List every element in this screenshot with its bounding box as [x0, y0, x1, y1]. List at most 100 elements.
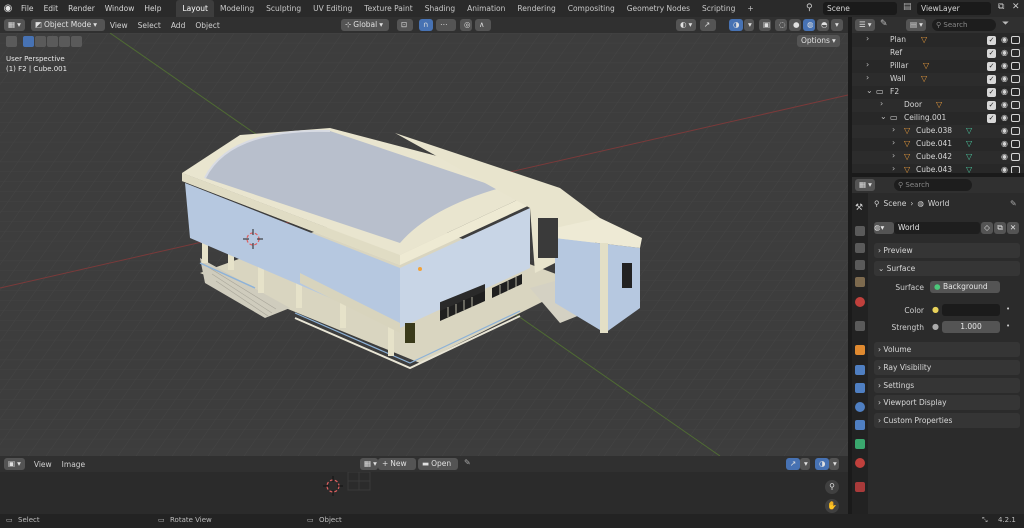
- display-mode-dropdown[interactable]: ▤ ▾: [906, 19, 926, 31]
- tab-texture-paint[interactable]: Texture Paint: [358, 0, 418, 17]
- overlay-options[interactable]: ▾: [744, 19, 754, 31]
- eye-icon[interactable]: ◉: [1001, 48, 1008, 57]
- expand-arrow-icon[interactable]: ›: [866, 34, 869, 43]
- close-icon[interactable]: ✕: [1012, 2, 1020, 12]
- menu-window[interactable]: Window: [100, 0, 140, 17]
- expand-arrow-icon[interactable]: ›: [892, 125, 895, 134]
- collapse-arrow-icon[interactable]: ⌄: [880, 112, 887, 121]
- outliner-search-input[interactable]: ⚲ Search: [932, 19, 996, 31]
- outliner-row[interactable]: › Door ▽ ✓ ◉: [852, 99, 1024, 112]
- material-tab-icon[interactable]: [855, 458, 865, 468]
- ie-overlay-options[interactable]: ▾: [829, 458, 839, 470]
- camera-icon[interactable]: [1011, 127, 1020, 135]
- world-browse-button[interactable]: ◍▾: [874, 222, 894, 234]
- camera-icon[interactable]: [1011, 49, 1020, 57]
- outliner-row[interactable]: › Plan ▽ ✓ ◉: [852, 34, 1024, 47]
- snap-toggle[interactable]: ∩: [419, 19, 433, 31]
- new-image-button[interactable]: + New: [378, 458, 416, 470]
- options-button[interactable]: Options ▾: [797, 35, 840, 47]
- expand-arrow-icon[interactable]: ›: [892, 138, 895, 147]
- scene-tab-icon[interactable]: [855, 277, 865, 287]
- filter-pin-icon[interactable]: ✎: [880, 19, 888, 29]
- expand-arrow-icon[interactable]: ›: [880, 99, 883, 108]
- outliner-row[interactable]: Ref ✓ ◉: [852, 47, 1024, 60]
- transform-orientation-dropdown[interactable]: ⊹ Global ▾: [341, 19, 389, 31]
- tab-animation[interactable]: Animation: [461, 0, 511, 17]
- panel-custom-properties[interactable]: › Custom Properties: [874, 413, 1020, 428]
- world-tab-icon[interactable]: [855, 297, 865, 307]
- camera-icon[interactable]: [1011, 114, 1020, 122]
- properties-search-input[interactable]: ⚲ Search: [894, 179, 972, 191]
- camera-icon[interactable]: [1011, 75, 1020, 83]
- menu-file[interactable]: File: [16, 0, 39, 17]
- eye-icon[interactable]: ◉: [1001, 113, 1008, 122]
- panel-volume[interactable]: › Volume: [874, 342, 1020, 357]
- tab-layout[interactable]: Layout: [176, 0, 214, 17]
- filter-icon[interactable]: ⏷: [1002, 19, 1009, 29]
- properties-editor-type[interactable]: ▦ ▾: [855, 179, 875, 191]
- outliner-row[interactable]: › Wall ▽ ✓ ◉: [852, 73, 1024, 86]
- falloff-button[interactable]: ∧: [475, 19, 491, 31]
- view-layer-selector[interactable]: ViewLayer: [917, 2, 991, 15]
- expand-arrow-icon[interactable]: ›: [892, 164, 895, 173]
- duplicate-icon[interactable]: ⧉: [994, 222, 1006, 234]
- exclude-checkbox[interactable]: ✓: [987, 62, 996, 71]
- tab-sculpting[interactable]: Sculpting: [260, 0, 307, 17]
- select-extend-tool[interactable]: [35, 36, 46, 47]
- eye-icon[interactable]: ◉: [1001, 100, 1008, 109]
- tab-scripting[interactable]: Scripting: [696, 0, 741, 17]
- exclude-checkbox[interactable]: ✓: [987, 75, 996, 84]
- open-image-button[interactable]: ▬ Open: [418, 458, 458, 470]
- select-intersect-tool[interactable]: [71, 36, 82, 47]
- menu-render[interactable]: Render: [63, 0, 100, 17]
- menu-object[interactable]: Object: [190, 21, 224, 30]
- physics-tab-icon[interactable]: [855, 402, 865, 412]
- camera-icon[interactable]: [1011, 153, 1020, 161]
- proportional-edit-toggle[interactable]: ◎: [460, 19, 472, 31]
- strength-field[interactable]: 1.000: [942, 321, 1000, 333]
- menu-help[interactable]: Help: [139, 0, 166, 17]
- expand-arrow-icon[interactable]: ›: [892, 151, 895, 160]
- snap-options-button[interactable]: ⋯: [436, 19, 456, 31]
- shading-material[interactable]: ◍: [803, 19, 815, 31]
- outliner-row[interactable]: › ▽ Cube.042 ▽ ◉: [852, 151, 1024, 164]
- surface-shader-field[interactable]: ● Background: [930, 281, 1000, 293]
- breadcrumb-scene[interactable]: Scene: [884, 199, 907, 208]
- eye-icon[interactable]: ◉: [1001, 165, 1008, 173]
- shading-rendered[interactable]: ◓: [817, 19, 829, 31]
- select-invert-tool[interactable]: [59, 36, 70, 47]
- constraints-tab-icon[interactable]: [855, 420, 865, 430]
- select-subtract-tool[interactable]: [47, 36, 58, 47]
- tab-compositing[interactable]: Compositing: [562, 0, 621, 17]
- browse-image-button[interactable]: ▦ ▾: [360, 458, 378, 470]
- panel-viewport-display[interactable]: › Viewport Display: [874, 395, 1020, 410]
- exclude-checkbox[interactable]: ✓: [987, 114, 996, 123]
- output-tab-icon[interactable]: [855, 243, 865, 253]
- menu-add[interactable]: Add: [166, 21, 191, 30]
- menu-view[interactable]: View: [105, 21, 133, 30]
- texture-tab-icon[interactable]: [855, 482, 865, 492]
- editor-type-button[interactable]: ▦ ▾: [4, 19, 25, 31]
- camera-icon[interactable]: [1011, 166, 1020, 173]
- strength-socket-icon[interactable]: ●: [932, 322, 939, 331]
- exclude-checkbox[interactable]: ✓: [987, 36, 996, 45]
- camera-icon[interactable]: [1011, 62, 1020, 70]
- copy-icon[interactable]: ⧉: [998, 2, 1004, 12]
- shading-wireframe[interactable]: ◌: [775, 19, 787, 31]
- eye-icon[interactable]: ◉: [1001, 126, 1008, 135]
- ie-overlay-toggle[interactable]: ◑: [815, 458, 829, 470]
- image-editor-canvas[interactable]: ⚲ ✋: [0, 472, 848, 514]
- render-tab-icon[interactable]: [855, 226, 865, 236]
- tab-modeling[interactable]: Modeling: [214, 0, 260, 17]
- outliner-row[interactable]: ⌄ ▭ F2 ✓ ◉: [852, 86, 1024, 99]
- outliner-row[interactable]: › ▽ Cube.043 ▽ ◉: [852, 164, 1024, 173]
- camera-icon[interactable]: [1011, 101, 1020, 109]
- tab-geometry-nodes[interactable]: Geometry Nodes: [621, 0, 696, 17]
- shading-options[interactable]: ▾: [831, 19, 843, 31]
- tweak-tool[interactable]: [6, 36, 17, 47]
- color-socket-icon[interactable]: ●: [932, 305, 939, 314]
- expand-arrow-icon[interactable]: ›: [866, 73, 869, 82]
- shading-solid[interactable]: ●: [789, 19, 801, 31]
- visibility-dropdown[interactable]: ◐ ▾: [676, 19, 696, 31]
- exclude-checkbox[interactable]: ✓: [987, 88, 996, 97]
